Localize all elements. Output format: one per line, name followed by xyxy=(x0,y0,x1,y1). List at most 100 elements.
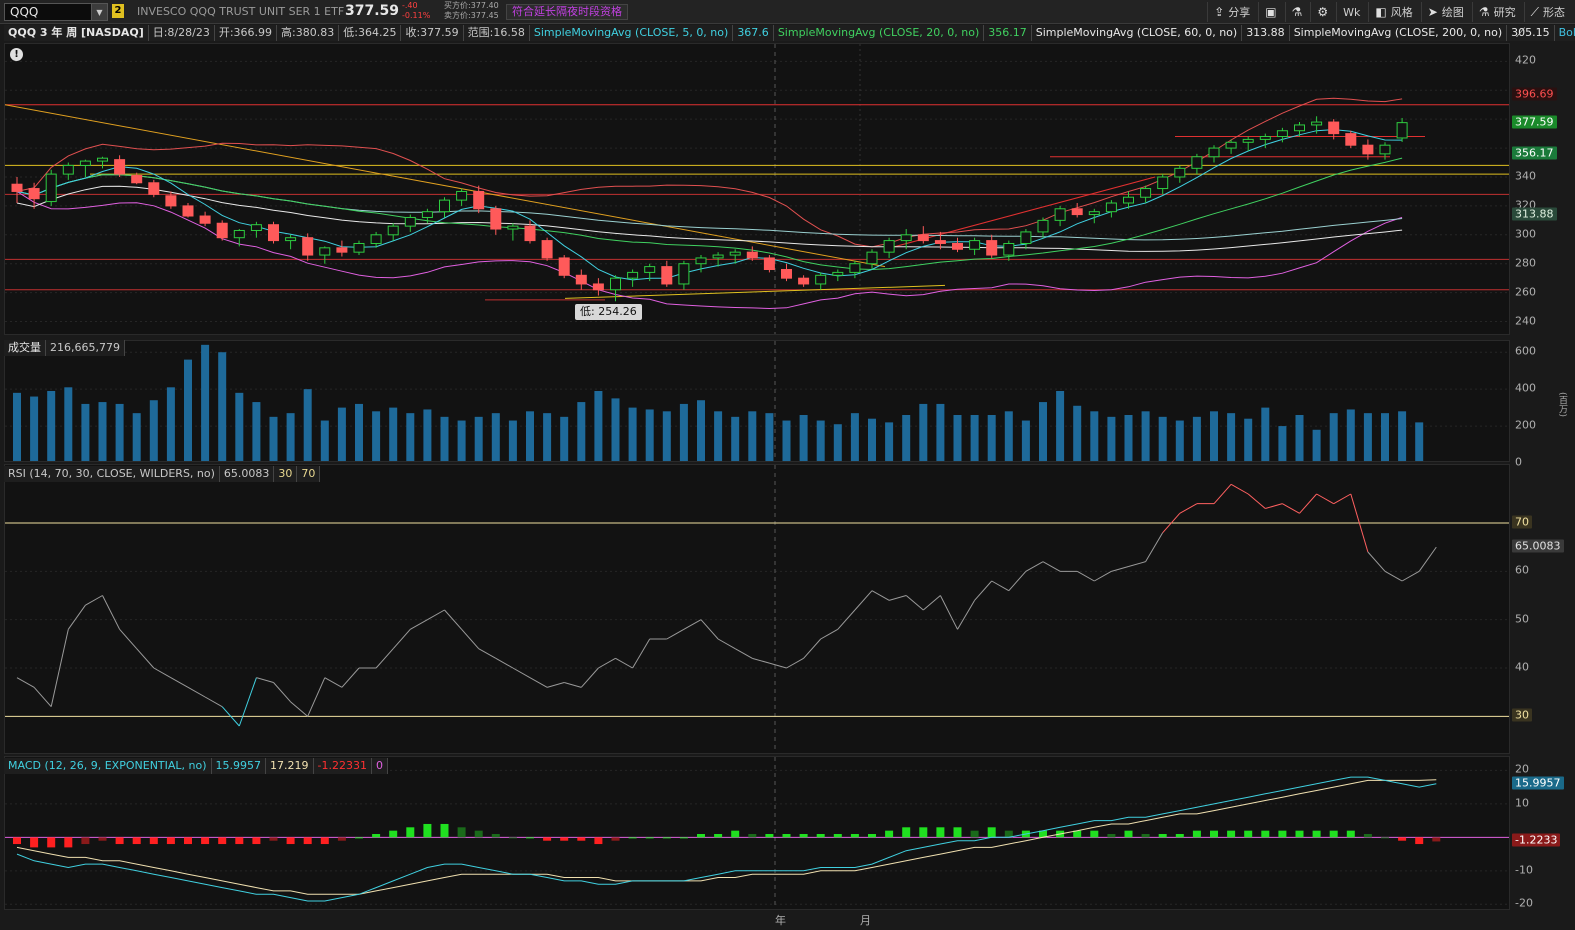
volume-bar xyxy=(1244,418,1253,461)
candle-body xyxy=(353,242,365,253)
volume-bar xyxy=(47,391,56,461)
study-ma20-label[interactable]: SimpleMovingAvg (CLOSE, 20, 0, no) xyxy=(773,25,985,41)
rsi-segment xyxy=(888,595,907,601)
toolbar-tools: ⇪ 分享 ▣ ⚗ ⚙ Wk ◧ 风格 ➤ 绘图 ⚗ 研究 ⟋ 形态 xyxy=(1207,2,1571,22)
link-group-badge[interactable]: 2 xyxy=(112,4,124,18)
volume-bar xyxy=(457,420,466,461)
volume-bar xyxy=(30,396,39,461)
toolbar-tool[interactable]: Wk xyxy=(1336,2,1366,22)
macd-histogram-bar xyxy=(799,834,808,838)
macd-tick: 20 xyxy=(1515,762,1529,776)
toolbar-tool[interactable]: ⚗ 研究 xyxy=(1471,2,1522,22)
volume-bar xyxy=(269,416,278,461)
study-ma5-label[interactable]: SimpleMovingAvg (CLOSE, 5, 0, no) xyxy=(529,25,734,41)
macd-value-tag: 15.9957 xyxy=(1512,776,1564,790)
rsi-chart[interactable] xyxy=(5,465,1510,754)
toolbar-tool[interactable]: ➤ 绘图 xyxy=(1420,2,1470,22)
rsi-pane[interactable] xyxy=(4,464,1510,754)
macd-title[interactable]: MACD (12, 26, 9, EXPONENTIAL, no) xyxy=(4,758,212,774)
candle-body xyxy=(490,208,502,230)
drawing-tool-icon[interactable]: ⟋ xyxy=(1516,26,1525,41)
trend-line xyxy=(564,284,946,299)
macd-zero: 0 xyxy=(372,758,388,774)
candle-body xyxy=(575,274,587,285)
volume-bar xyxy=(1381,413,1389,461)
toolbar-tool[interactable]: ⚗ xyxy=(1284,2,1309,22)
extended-hours-badge[interactable]: 符合延长隔夜时段资格 xyxy=(506,4,628,20)
price-chart[interactable] xyxy=(5,44,1510,335)
toolbar-tool[interactable]: ⇪ 分享 xyxy=(1207,2,1256,22)
candle-body xyxy=(28,188,40,200)
symbol-input[interactable]: QQQ ▼ xyxy=(4,3,108,21)
study-bollinger-label[interactable]: Bollinger... xyxy=(1554,25,1575,41)
volume-bar xyxy=(166,387,175,461)
volume-bar xyxy=(149,400,158,461)
rsi-segment xyxy=(700,619,719,640)
rsi-title[interactable]: RSI (14, 70, 30, CLOSE, WILDERS, no) xyxy=(4,466,220,482)
macd-tick: -20 xyxy=(1515,896,1533,910)
rsi-segment xyxy=(922,595,941,611)
volume-bar xyxy=(389,407,398,461)
toolbar-tool[interactable]: ▣ xyxy=(1258,2,1282,22)
alert-icon[interactable]: ! xyxy=(10,48,23,61)
volume-chart[interactable] xyxy=(5,341,1510,462)
candle-body xyxy=(404,216,416,227)
macd-pane[interactable] xyxy=(4,756,1510,910)
toolbar-tool[interactable]: ⚙ xyxy=(1310,2,1334,22)
macd-histogram-bar xyxy=(868,834,876,838)
flask-icon: ⚗ xyxy=(1291,5,1303,19)
toolbar-tool[interactable]: ⟋ 形态 xyxy=(1523,2,1571,22)
rsi-segment xyxy=(444,609,462,630)
macd-histogram-bar xyxy=(132,837,141,845)
candle-body xyxy=(1071,208,1083,216)
toolbar-tool-label: 形态 xyxy=(1543,6,1565,19)
candle-body xyxy=(1311,121,1323,126)
macd-histogram-bar xyxy=(1158,834,1167,838)
rsi-segment xyxy=(974,580,993,601)
macd-histogram-bar xyxy=(577,837,586,841)
candle-body xyxy=(1020,231,1032,244)
candle-body xyxy=(866,251,878,265)
rsi-segment xyxy=(1367,551,1386,572)
candle-body xyxy=(319,247,331,256)
macd-chart[interactable] xyxy=(5,757,1510,910)
rsi-segment xyxy=(769,662,787,669)
rsi-segment xyxy=(1111,566,1129,572)
price-pane[interactable] xyxy=(4,43,1510,335)
rsi-segment xyxy=(461,629,480,649)
macd-histogram-bar xyxy=(816,834,825,838)
rsi-segment xyxy=(341,667,360,688)
rsi-segment xyxy=(1333,493,1352,505)
toolbar-tool[interactable]: ◧ 风格 xyxy=(1368,2,1418,22)
ma200-line xyxy=(16,185,1403,252)
rsi-segment xyxy=(717,638,736,650)
macd-histogram-bar xyxy=(252,837,261,845)
candle-body xyxy=(285,237,297,242)
candle-body xyxy=(387,225,399,236)
study-ma200-label[interactable]: SimpleMovingAvg (CLOSE, 200, 0, no) xyxy=(1289,25,1508,41)
rsi-tick: 60 xyxy=(1515,563,1529,577)
change-value: -.40 xyxy=(402,1,418,10)
candle-body xyxy=(456,190,468,201)
candle-body xyxy=(1054,208,1066,221)
rsi-segment xyxy=(1213,484,1232,504)
candle-body xyxy=(199,215,211,224)
rsi-segment xyxy=(204,696,223,708)
rsi-segment xyxy=(546,682,565,688)
volume-bar xyxy=(440,416,449,461)
volume-title[interactable]: 成交量 xyxy=(4,340,46,356)
candle-body xyxy=(1003,242,1015,256)
volume-bar xyxy=(1346,409,1355,461)
study-ma60-label[interactable]: SimpleMovingAvg (CLOSE, 60, 0, no) xyxy=(1031,25,1243,41)
volume-bar xyxy=(902,415,911,461)
volume-pane[interactable] xyxy=(4,340,1510,462)
volume-bar xyxy=(1312,429,1321,461)
macd-tick: 10 xyxy=(1515,796,1529,810)
volume-bar xyxy=(303,389,312,461)
volume-bar xyxy=(474,416,483,461)
x-axis-month: 月 xyxy=(860,914,871,927)
volume-bar xyxy=(1090,411,1099,461)
ask-price: 卖方价:377.45 xyxy=(444,11,499,20)
candle-body xyxy=(1259,136,1271,140)
chevron-down-icon[interactable]: ▼ xyxy=(91,4,107,20)
